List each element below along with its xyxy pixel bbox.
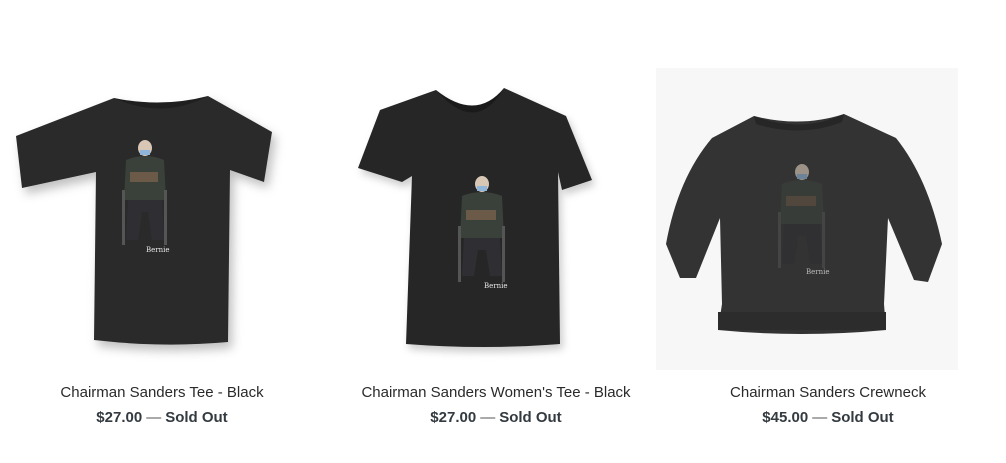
product-title[interactable]: Chairman Sanders Tee - Black [2, 384, 322, 401]
price-separator: — [812, 409, 828, 426]
bernie-logo: Bernie [806, 268, 830, 276]
product-image[interactable]: Bernie [336, 60, 656, 370]
tshirt-black-icon: Bernie [16, 96, 272, 345]
product-price-line: $45.00— Sold Out [668, 409, 988, 426]
sold-out-badge: Sold Out [165, 409, 228, 426]
bernie-logo: Bernie [484, 282, 508, 290]
product-card[interactable]: Bernie Chairman Sanders Women's Tee - Bl… [336, 0, 656, 463]
product-card[interactable]: Bernie Chairman Sanders Crewneck $45.00—… [656, 0, 988, 463]
crewneck-sweatshirt-icon: Bernie [666, 114, 942, 334]
product-image[interactable]: Bernie [656, 68, 958, 370]
product-price: $27.00 [96, 409, 143, 426]
sold-out-badge: Sold Out [831, 409, 894, 426]
price-separator: — [480, 409, 496, 426]
product-price-line: $27.00— Sold Out [2, 409, 322, 426]
product-image[interactable]: Bernie [2, 60, 322, 370]
womens-tshirt-black-icon: Bernie [358, 88, 592, 347]
product-title[interactable]: Chairman Sanders Crewneck [668, 384, 988, 401]
sold-out-badge: Sold Out [499, 409, 562, 426]
bernie-logo: Bernie [146, 246, 170, 254]
product-price-line: $27.00— Sold Out [336, 409, 656, 426]
price-separator: — [146, 409, 162, 426]
product-price: $45.00 [762, 409, 809, 426]
product-card[interactable]: Bernie Chairman Sanders Tee - Black $27.… [2, 0, 322, 463]
product-grid: Bernie Chairman Sanders Tee - Black $27.… [0, 0, 1006, 463]
product-title[interactable]: Chairman Sanders Women's Tee - Black [336, 384, 656, 401]
product-price: $27.00 [430, 409, 477, 426]
